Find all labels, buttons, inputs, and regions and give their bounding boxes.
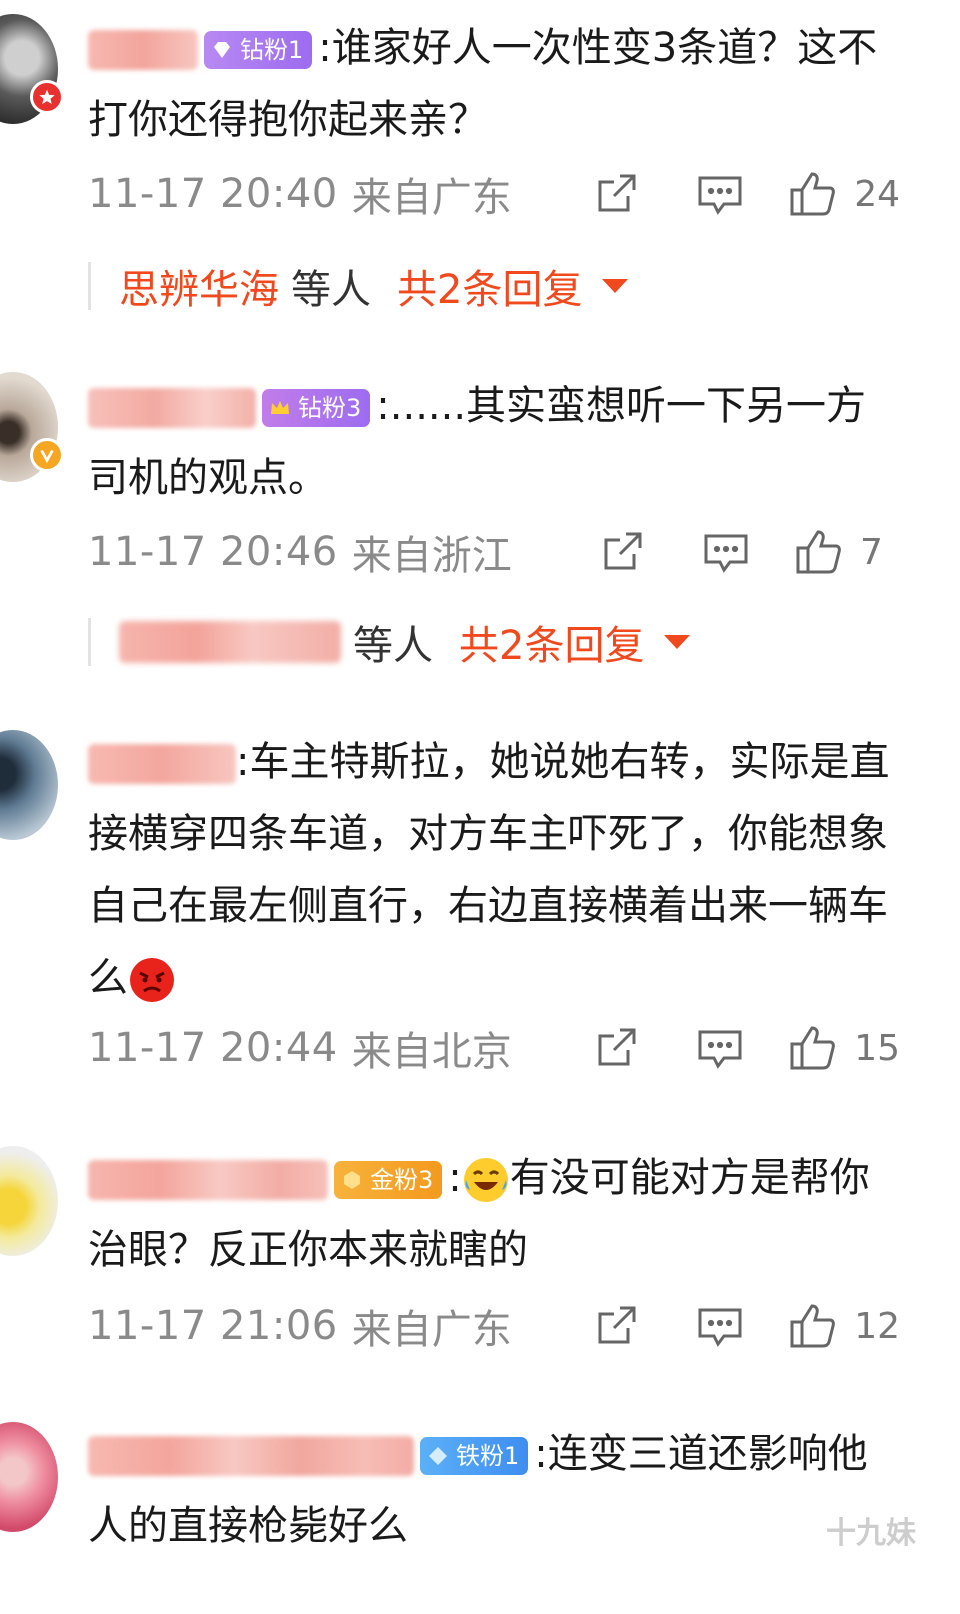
crown-icon <box>271 401 289 414</box>
username-blurred[interactable] <box>88 1160 328 1200</box>
comment-meta: 11-17 21:06 来自广东 12 <box>88 1296 900 1356</box>
watermark: 十九妹 <box>826 1516 916 1551</box>
like-count: 7 <box>860 531 883 573</box>
laughing-tears-icon <box>463 1158 508 1202</box>
username-blurred[interactable] <box>88 30 198 70</box>
avatar[interactable] <box>0 14 64 124</box>
timestamp: 11-17 20:44 <box>88 1025 338 1071</box>
comment-icon[interactable] <box>694 1022 746 1074</box>
username-blurred[interactable] <box>88 744 236 784</box>
fan-badge[interactable]: 金粉3 <box>334 1161 443 1199</box>
fan-badge-label: 钻粉3 <box>298 394 362 422</box>
like-count: 15 <box>854 1027 900 1069</box>
chevron-down-icon[interactable] <box>602 279 629 293</box>
comment-text: :车主特斯拉，她说她右转，实际是直接横穿四条车道，对方车主吓死了，你能想象自己在… <box>88 726 900 1014</box>
fan-badge[interactable]: 铁粉1 <box>420 1437 529 1475</box>
fan-badge-label: 钻粉1 <box>240 36 304 64</box>
reply-etc: 等人 <box>353 623 433 669</box>
verified-red-icon <box>30 80 64 114</box>
diamond-icon <box>429 1447 447 1465</box>
username-blurred[interactable] <box>88 388 256 428</box>
location: 来自广东 <box>351 175 512 221</box>
reply-count[interactable]: 共2条回复 <box>459 613 644 671</box>
like-count: 12 <box>854 1305 900 1347</box>
avatar[interactable] <box>0 1146 58 1256</box>
comment-text: 铁粉1:连变三道还影响他人的直接枪毙好么 <box>88 1418 900 1562</box>
like-count: 24 <box>854 173 900 215</box>
reply-divider <box>88 262 91 310</box>
comment-actions: 7 <box>596 522 900 582</box>
reply-divider <box>88 618 91 666</box>
comment-text: 钻粉3:......其实蛮想听一下另一方司机的观点。 <box>88 370 900 514</box>
location: 来自浙江 <box>351 533 512 579</box>
timestamp: 11-17 20:46 <box>88 529 338 575</box>
location: 来自北京 <box>351 1029 512 1075</box>
share-icon[interactable] <box>590 168 642 220</box>
chevron-down-icon[interactable] <box>664 635 691 649</box>
reply-summary[interactable]: 思辨华海 等人 共2条回复 <box>88 256 629 316</box>
comment-meta: 11-17 20:44 来自北京 15 <box>88 1018 900 1078</box>
comment-actions: 15 <box>590 1018 900 1078</box>
comment-meta: 11-17 20:46 来自浙江 7 <box>88 522 900 582</box>
comment-actions: 24 <box>590 164 900 224</box>
share-icon[interactable] <box>590 1022 642 1074</box>
comment-text: 钻粉1:谁家好人一次性变3条道？这不打你还得抱你起来亲？ <box>88 12 900 156</box>
angry-face-icon <box>130 958 174 1002</box>
comment-icon[interactable] <box>700 526 752 578</box>
reply-author[interactable]: 思辨华海 <box>119 257 279 315</box>
comment-body-prefix: : <box>448 1155 462 1201</box>
comment-meta: 11-17 20:40 来自广东 24 <box>88 164 900 224</box>
fan-badge[interactable]: 钻粉1 <box>204 31 313 69</box>
gold-medal-icon <box>344 1171 360 1189</box>
comment-text: 金粉3: 有没可能对方是帮你治眼？反正你本来就瞎的 <box>88 1142 900 1286</box>
avatar[interactable] <box>0 1422 58 1532</box>
avatar[interactable] <box>0 372 64 482</box>
like-icon[interactable] <box>786 1300 838 1352</box>
fan-badge-label: 金粉3 <box>370 1166 434 1194</box>
reply-summary[interactable]: 等人 共2条回复 <box>88 612 691 672</box>
like-icon[interactable] <box>786 168 838 220</box>
comment-actions: 12 <box>590 1296 900 1356</box>
diamond-icon <box>214 42 230 58</box>
fan-badge[interactable]: 钻粉3 <box>262 389 371 427</box>
avatar[interactable] <box>0 730 58 840</box>
fan-badge-label: 铁粉1 <box>456 1442 520 1470</box>
like-icon[interactable] <box>786 1022 838 1074</box>
timestamp: 11-17 21:06 <box>88 1303 338 1349</box>
comment-icon[interactable] <box>694 1300 746 1352</box>
timestamp: 11-17 20:40 <box>88 171 338 217</box>
reply-author-blurred[interactable] <box>119 621 341 663</box>
location: 来自广东 <box>351 1307 512 1353</box>
reply-etc: 等人 <box>291 267 371 313</box>
verified-yellow-icon <box>30 438 64 472</box>
reply-count[interactable]: 共2条回复 <box>397 257 582 315</box>
share-icon[interactable] <box>596 526 648 578</box>
comment-icon[interactable] <box>694 168 746 220</box>
username-blurred[interactable] <box>88 1436 414 1476</box>
like-icon[interactable] <box>792 526 844 578</box>
share-icon[interactable] <box>590 1300 642 1352</box>
